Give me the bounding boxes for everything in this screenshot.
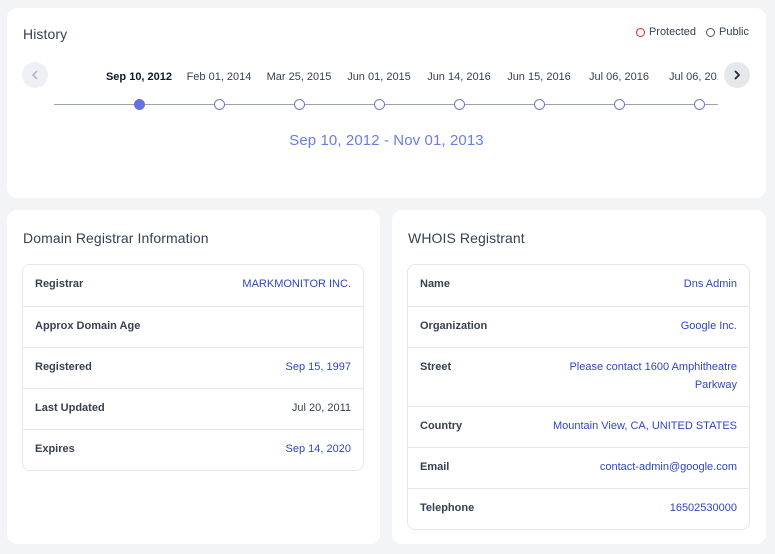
legend-public-label: Public bbox=[719, 26, 749, 38]
registered-row: Registered Sep 15, 1997 bbox=[23, 347, 363, 388]
timeline-dot[interactable] bbox=[134, 99, 145, 110]
row-label: Registered bbox=[35, 361, 92, 373]
timeline-date: Jul 06, 2016 bbox=[589, 71, 649, 83]
timeline-item[interactable]: Sep 10, 2012 bbox=[94, 70, 184, 110]
expires-link[interactable]: Sep 14, 2020 bbox=[286, 440, 351, 458]
telephone-link[interactable]: 16502530000 bbox=[670, 499, 737, 517]
history-card: History Protected Public Sep 10, 2012 Fe… bbox=[7, 8, 766, 198]
registrar-row: Registrar MARKMONITOR INC. bbox=[23, 265, 363, 306]
organization-row: Organization Google Inc. bbox=[408, 306, 749, 347]
country-link[interactable]: Mountain View, CA, UNITED STATES bbox=[553, 417, 737, 435]
row-label: Name bbox=[420, 278, 450, 290]
chevron-left-icon bbox=[32, 70, 38, 80]
timeline-date: Jul 06, 2016 bbox=[669, 71, 718, 83]
legend: Protected Public bbox=[635, 26, 749, 38]
selected-range: Sep 10, 2012 - Nov 01, 2013 bbox=[289, 132, 484, 149]
row-label: Expires bbox=[35, 443, 75, 455]
registrar-card: Domain Registrar Information Registrar M… bbox=[7, 210, 380, 544]
whois-title: WHOIS Registrant bbox=[408, 230, 525, 246]
street-row: Street Please contact 1600 Amphitheatre … bbox=[408, 347, 749, 406]
timeline-dot[interactable] bbox=[534, 99, 545, 110]
timeline-date: Mar 25, 2015 bbox=[266, 71, 332, 83]
registrar-link[interactable]: MARKMONITOR INC. bbox=[242, 275, 351, 293]
last-updated-value: Jul 20, 2011 bbox=[291, 402, 351, 414]
timeline-prev-button[interactable] bbox=[22, 62, 48, 88]
timeline-dot[interactable] bbox=[614, 99, 625, 110]
row-label: Email bbox=[420, 461, 450, 473]
timeline-date: Sep 10, 2012 bbox=[105, 71, 173, 83]
organization-link[interactable]: Google Inc. bbox=[681, 317, 737, 335]
public-dot-icon bbox=[706, 27, 716, 37]
row-label: Telephone bbox=[420, 502, 475, 514]
protected-dot-icon bbox=[635, 27, 645, 37]
row-label: Approx Domain Age bbox=[35, 320, 141, 332]
timeline-item[interactable]: Jun 14, 2016 bbox=[414, 70, 504, 110]
timeline-date: Jun 01, 2015 bbox=[347, 71, 411, 83]
name-row: Name Dns Admin bbox=[408, 265, 749, 306]
last-updated-row: Last Updated Jul 20, 2011 bbox=[23, 388, 363, 429]
timeline-item[interactable]: Jun 01, 2015 bbox=[334, 70, 424, 110]
whois-card: WHOIS Registrant Name Dns Admin Organiza… bbox=[392, 210, 766, 544]
email-link[interactable]: contact-admin@google.com bbox=[600, 458, 737, 476]
row-label: Street bbox=[420, 361, 452, 373]
timeline-next-button[interactable] bbox=[724, 62, 750, 88]
registered-link[interactable]: Sep 15, 1997 bbox=[286, 358, 351, 376]
row-label: Country bbox=[420, 420, 463, 432]
timeline-date: Feb 01, 2014 bbox=[186, 71, 252, 83]
row-label: Registrar bbox=[35, 278, 84, 290]
registrar-table: Registrar MARKMONITOR INC. Approx Domain… bbox=[22, 264, 364, 471]
legend-public: Public bbox=[706, 26, 749, 38]
timeline-item[interactable]: Feb 01, 2014 bbox=[174, 70, 264, 110]
name-link[interactable]: Dns Admin bbox=[684, 275, 737, 293]
timeline-date: Jun 14, 2016 bbox=[427, 71, 491, 83]
street-link[interactable]: Please contact 1600 Amphitheatre Parkway bbox=[547, 358, 737, 394]
timeline-dot[interactable] bbox=[214, 99, 225, 110]
timeline-dot[interactable] bbox=[454, 99, 465, 110]
legend-protected-label: Protected bbox=[648, 26, 697, 38]
telephone-row: Telephone 16502530000 bbox=[408, 488, 749, 529]
row-label: Last Updated bbox=[35, 402, 105, 414]
expires-row: Expires Sep 14, 2020 bbox=[23, 429, 363, 470]
timeline-item[interactable]: Mar 25, 2015 bbox=[254, 70, 344, 110]
timeline-item[interactable]: Jul 06, 2016 bbox=[654, 70, 718, 110]
timeline-date: Jun 15, 2016 bbox=[507, 71, 571, 83]
chevron-right-icon bbox=[734, 70, 740, 80]
history-title: History bbox=[23, 26, 68, 42]
email-row: Email contact-admin@google.com bbox=[408, 447, 749, 488]
row-label: Organization bbox=[420, 320, 488, 332]
timeline-dot[interactable] bbox=[374, 99, 385, 110]
timeline-dot[interactable] bbox=[294, 99, 305, 110]
timeline-item[interactable]: Jun 15, 2016 bbox=[494, 70, 584, 110]
country-row: Country Mountain View, CA, UNITED STATES bbox=[408, 406, 749, 447]
timeline-item[interactable]: Jul 06, 2016 bbox=[574, 70, 664, 110]
timeline-dot[interactable] bbox=[694, 99, 705, 110]
timeline: Sep 10, 2012 Feb 01, 2014 Mar 25, 2015 J… bbox=[54, 70, 718, 118]
whois-table: Name Dns Admin Organization Google Inc. … bbox=[407, 264, 750, 530]
domain-age-row: Approx Domain Age bbox=[23, 306, 363, 347]
legend-protected: Protected bbox=[635, 26, 697, 38]
registrar-title: Domain Registrar Information bbox=[23, 230, 209, 246]
